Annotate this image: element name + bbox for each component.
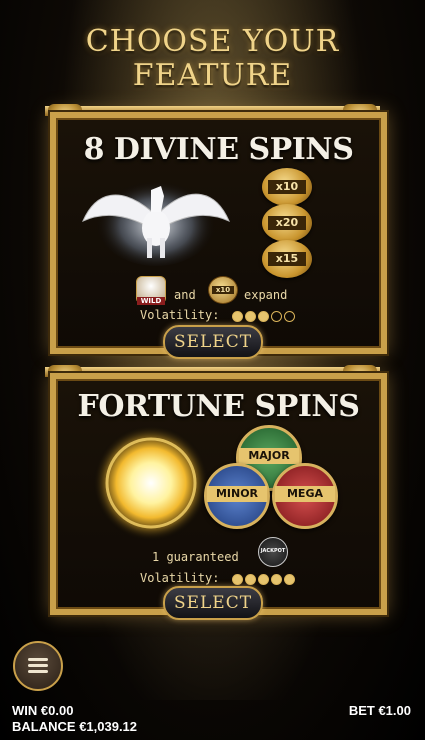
jackpot-mega-badge: MEGA <box>272 463 338 529</box>
volatility-dot <box>284 311 295 322</box>
feature-title: 8 DIVINE SPINS <box>83 132 354 167</box>
page-title-line2: FEATURE <box>132 58 293 93</box>
balance-display: BALANCE €1,039.12 <box>12 719 137 734</box>
multiplier-label: x15 <box>275 252 299 265</box>
balance-value: €1,039.12 <box>79 719 138 734</box>
menu-icon <box>28 670 48 673</box>
feature-title: FORTUNE SPINS <box>77 389 360 424</box>
multiplier-coin-2: x20 <box>262 204 312 242</box>
feature-card-divine-spins[interactable]: 8 DIVINE SPINS x10 x20 x15 WILD and x10 … <box>50 112 387 354</box>
volatility-dot <box>258 311 269 322</box>
small-coin-label: x10 <box>212 286 234 294</box>
menu-icon <box>28 664 48 667</box>
jackpot-label: MEGA <box>275 486 335 502</box>
balance-label: BALANCE <box>12 719 76 734</box>
guaranteed-text: 1 guaranteed <box>152 550 239 564</box>
and-text: and <box>174 288 196 302</box>
volatility-dot <box>245 311 256 322</box>
expand-text: expand <box>244 288 288 302</box>
volatility-dot <box>258 574 269 585</box>
jackpot-badge-icon: JACKPOT <box>258 537 288 567</box>
wild-symbol-icon: WILD <box>136 276 166 305</box>
volatility-dot <box>284 574 295 585</box>
multiplier-coin-3: x15 <box>262 240 312 278</box>
win-value: €0.00 <box>40 703 74 718</box>
bet-display[interactable]: BET €1.00 <box>349 703 411 718</box>
jackpot-label: MINOR <box>207 486 267 502</box>
multiplier-label: x20 <box>275 216 299 229</box>
sun-orb-image <box>93 425 209 541</box>
volatility-label: Volatility: <box>140 308 220 322</box>
volatility-meter <box>232 311 295 322</box>
select-divine-spins-button[interactable]: SELECT <box>163 325 263 359</box>
bet-label: BET <box>348 703 375 718</box>
jackpot-label: MAJOR <box>239 448 299 464</box>
win-display: WIN €0.00 <box>12 703 73 718</box>
jackpot-badge-label: JACKPOT <box>260 548 286 554</box>
multiplier-coin-1: x10 <box>262 168 312 206</box>
volatility-dot <box>271 311 282 322</box>
volatility-dot <box>232 574 243 585</box>
volatility-meter <box>232 574 295 585</box>
volatility-dot <box>271 574 282 585</box>
page-title-line1: CHOOSE YOUR <box>85 24 340 59</box>
bet-value: €1.00 <box>378 703 411 718</box>
win-label: WIN <box>12 703 38 718</box>
jackpot-minor-badge: MINOR <box>204 463 270 529</box>
menu-button[interactable] <box>13 641 63 691</box>
small-multiplier-coin: x10 <box>208 276 238 304</box>
feature-card-fortune-spins[interactable]: FORTUNE SPINS MAJOR MINOR MEGA 1 guarant… <box>50 373 387 615</box>
volatility-dot <box>232 311 243 322</box>
pegasus-image <box>82 176 230 266</box>
multiplier-label: x10 <box>275 180 299 193</box>
select-fortune-spins-button[interactable]: SELECT <box>163 586 263 620</box>
wild-label: WILD <box>137 297 165 305</box>
volatility-dot <box>245 574 256 585</box>
volatility-label: Volatility: <box>140 571 220 585</box>
menu-icon <box>28 658 48 661</box>
